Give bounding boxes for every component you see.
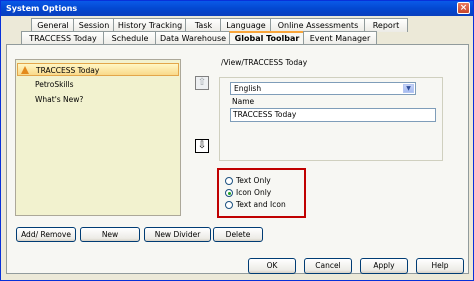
radio-button[interactable] — [225, 177, 233, 185]
tab-language[interactable]: Language — [220, 18, 272, 32]
list-item[interactable]: TRACCESS Today — [17, 63, 179, 76]
delete-button[interactable]: Delete — [213, 227, 263, 242]
tab-data-warehouse[interactable]: Data Warehouse — [155, 31, 231, 45]
title-bar[interactable]: System Options × — [1, 1, 473, 16]
name-field[interactable]: TRACCESS Today — [230, 108, 436, 122]
tab-row-bottom: TRACCESS Today Schedule Data Warehouse G… — [1, 31, 474, 46]
move-up-button[interactable]: ⇧ — [195, 76, 209, 90]
list-item-label: What's New? — [35, 95, 84, 104]
list-item-label: PetroSkills — [35, 80, 74, 89]
move-down-button[interactable]: ⇩ — [195, 139, 209, 153]
radio-button[interactable] — [225, 201, 233, 209]
arrow-up-icon: ⇧ — [197, 77, 207, 88]
cancel-button[interactable]: Cancel — [304, 258, 352, 274]
window-title: System Options — [6, 4, 78, 13]
close-icon: × — [459, 3, 468, 13]
add-remove-button[interactable]: Add/ Remove — [16, 227, 76, 242]
tab-event-manager[interactable]: Event Manager — [303, 31, 377, 45]
help-button[interactable]: Help — [416, 258, 464, 274]
toolbar-item-icon — [21, 66, 29, 74]
tab-schedule[interactable]: Schedule — [103, 31, 157, 45]
tab-report[interactable]: Report — [364, 18, 408, 32]
tab-online-assessments[interactable]: Online Assessments — [270, 18, 366, 32]
apply-button[interactable]: Apply — [360, 258, 408, 274]
list-item-label: TRACCESS Today — [36, 66, 100, 75]
tab-session[interactable]: Session — [73, 18, 115, 32]
tab-task[interactable]: Task — [185, 18, 222, 32]
tab-row-top: General Session History Tracking Task La… — [1, 18, 474, 32]
language-select[interactable]: English ▼ — [230, 82, 416, 95]
list-item[interactable]: PetroSkills — [17, 78, 179, 91]
radio-label: Text Only — [236, 176, 271, 185]
tab-general[interactable]: General — [31, 18, 75, 32]
language-select-value: English — [234, 84, 262, 93]
new-button[interactable]: New — [80, 227, 140, 242]
toolbar-items-list[interactable]: TRACCESS Today PetroSkills What's New? — [15, 59, 181, 216]
radio-label: Text and Icon — [236, 200, 286, 209]
radio-label: Icon Only — [236, 188, 272, 197]
ok-button[interactable]: OK — [248, 258, 296, 274]
name-label: Name — [232, 97, 255, 106]
system-options-window: System Options × General Session History… — [0, 0, 474, 281]
radio-button[interactable] — [225, 189, 233, 197]
new-divider-button[interactable]: New Divider — [144, 227, 211, 242]
tab-history-tracking[interactable]: History Tracking — [113, 18, 187, 32]
list-item[interactable]: What's New? — [17, 93, 179, 106]
tab-traccess-today[interactable]: TRACCESS Today — [21, 31, 105, 45]
arrow-down-icon: ⇩ — [197, 140, 207, 151]
close-button[interactable]: × — [457, 2, 470, 14]
chevron-down-icon[interactable]: ▼ — [403, 84, 414, 93]
item-path: /View/TRACCESS Today — [221, 58, 308, 67]
